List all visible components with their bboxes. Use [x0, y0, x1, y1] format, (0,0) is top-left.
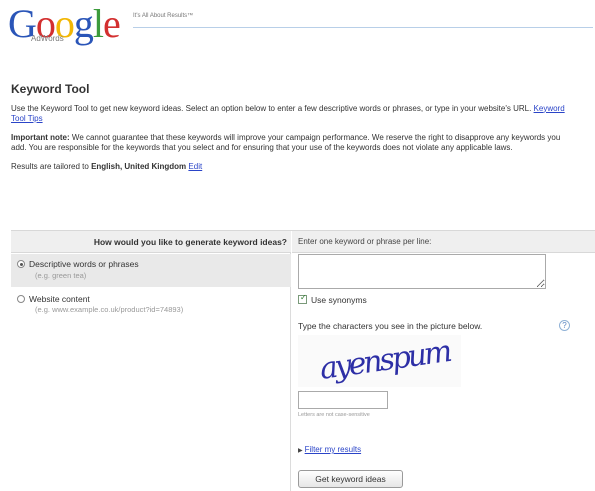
intro-section: Keyword Tool Use the Keyword Tool to get… [11, 82, 591, 180]
keyword-entry-heading: Enter one keyword or phrase per line: [298, 237, 432, 246]
checkbox-checked-icon[interactable] [298, 293, 307, 304]
keyword-entry-column: Enter one keyword or phrase per line: Us… [292, 231, 595, 491]
keywords-textarea[interactable] [298, 254, 546, 289]
filter-results-link[interactable]: Filter my results [305, 445, 361, 454]
logo-subtitle: AdWords [31, 34, 64, 43]
generate-method-column: How would you like to generate keyword i… [11, 231, 291, 491]
option-descriptive-label: Descriptive words or phrases [29, 259, 139, 269]
important-note: Important note: We cannot guarantee that… [11, 133, 571, 154]
get-keyword-ideas-button[interactable]: Get keyword ideas [298, 470, 403, 488]
captcha-answer-input[interactable] [298, 391, 388, 409]
logo-letter-g2: g [73, 1, 94, 46]
keyword-generator-panel: How would you like to generate keyword i… [11, 230, 595, 491]
radio-selected-icon[interactable] [17, 260, 25, 268]
google-adwords-logo[interactable]: Google [8, 1, 121, 46]
important-note-text: We cannot guarantee that these keywords … [11, 132, 561, 153]
results-prefix: Results are tailored to [11, 161, 89, 171]
header: Google AdWords It's All About Results™ [0, 0, 595, 52]
header-divider [133, 27, 593, 28]
results-locale-line: Results are tailored to English, United … [11, 162, 571, 173]
logo-letter-e: e [103, 1, 121, 46]
help-icon[interactable]: ? [559, 320, 570, 331]
intro-paragraph: Use the Keyword Tool to get new keyword … [11, 104, 571, 125]
captcha-graphic: ayenspum [318, 334, 453, 387]
tagline: It's All About Results™ [133, 13, 194, 19]
option-website-content[interactable]: Website content (e.g. www.example.co.uk/… [11, 291, 291, 331]
edit-locale-link[interactable]: Edit [188, 162, 202, 171]
case-sensitivity-note: Letters are not case-sensitive [298, 412, 370, 418]
option-descriptive-words[interactable]: Descriptive words or phrases (e.g. green… [11, 254, 291, 287]
generate-method-heading: How would you like to generate keyword i… [93, 237, 287, 247]
option-website-example: (e.g. www.example.co.uk/product?id=74893… [35, 305, 184, 314]
keyword-entry-header: Enter one keyword or phrase per line: [292, 231, 595, 253]
logo-letter-l: l [92, 1, 104, 46]
use-synonyms-label[interactable]: Use synonyms [311, 295, 367, 305]
captcha-instruction: Type the characters you see in the pictu… [298, 321, 483, 331]
option-website-label: Website content [29, 294, 90, 304]
generate-method-header: How would you like to generate keyword i… [11, 231, 291, 253]
important-note-label: Important note: [11, 132, 70, 142]
radio-unselected-icon[interactable] [17, 295, 25, 303]
results-locale: English, United Kingdom [91, 161, 187, 171]
page-title: Keyword Tool [11, 82, 90, 96]
captcha-image: ayenspum [298, 334, 461, 387]
option-descriptive-example: (e.g. green tea) [35, 271, 87, 280]
filter-results-toggle[interactable]: ▶ Filter my results [298, 445, 361, 454]
captcha-text: ayenspum [318, 335, 453, 387]
triangle-right-icon: ▶ [298, 448, 303, 454]
intro-text: Use the Keyword Tool to get new keyword … [11, 103, 532, 113]
